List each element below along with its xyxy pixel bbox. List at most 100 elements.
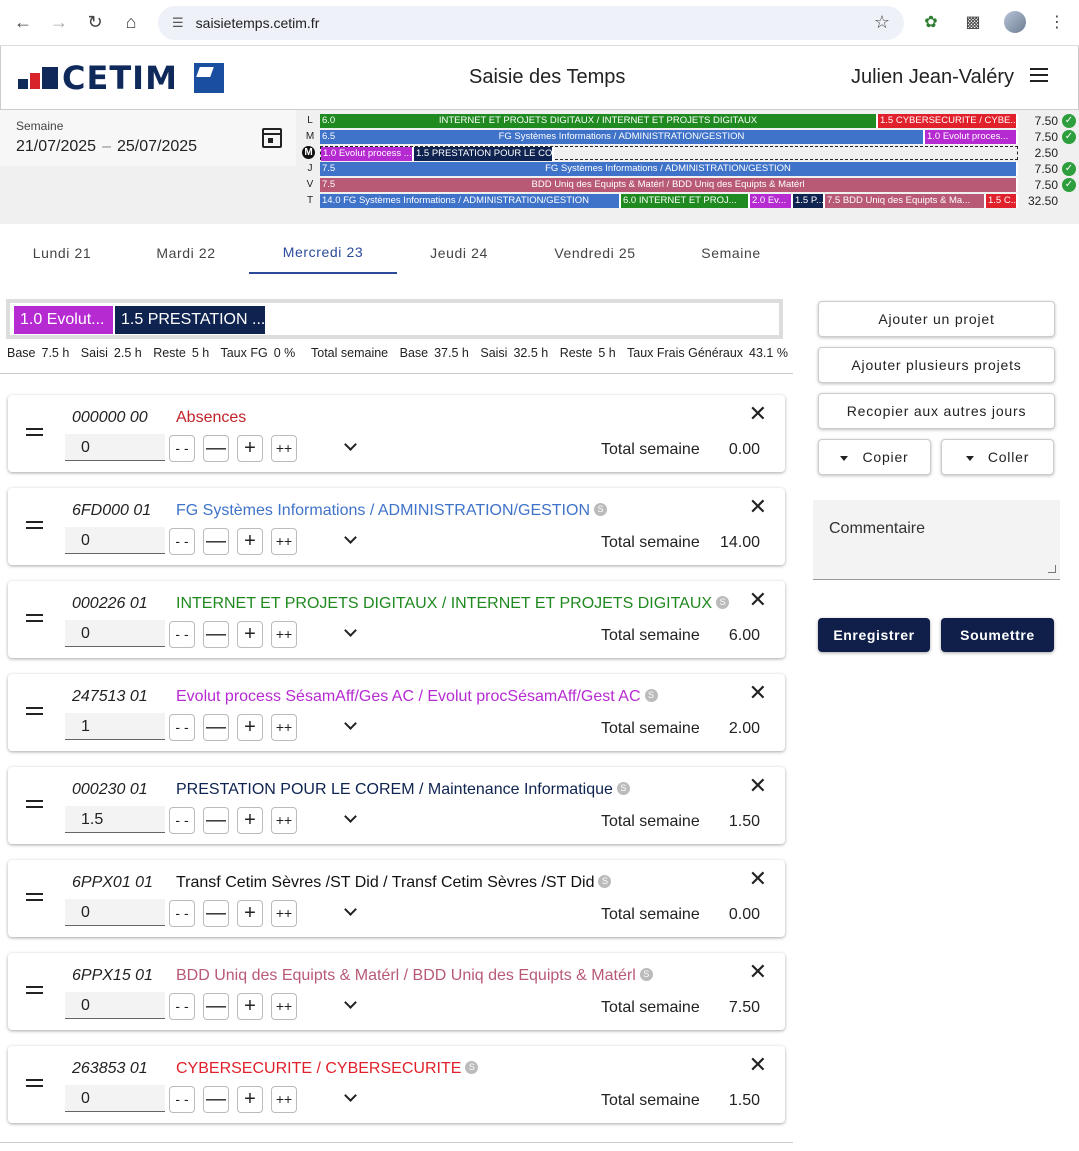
increment-large-button[interactable]: ++ bbox=[271, 528, 297, 555]
increment-large-button[interactable]: ++ bbox=[271, 993, 297, 1020]
decrement-button[interactable]: — bbox=[203, 900, 229, 927]
increment-button[interactable]: + bbox=[237, 1086, 263, 1113]
reload-icon[interactable]: ↻ bbox=[80, 8, 110, 38]
week-day-row[interactable]: J 7.5 FG Systèmes Informations / ADMINISTR… bbox=[300, 161, 1076, 177]
increment-button[interactable]: + bbox=[237, 714, 263, 741]
close-icon[interactable]: ✕ bbox=[749, 403, 767, 425]
calendar-icon[interactable] bbox=[262, 128, 282, 148]
hours-input[interactable]: 1 bbox=[65, 713, 165, 740]
hours-input[interactable]: 0 bbox=[65, 899, 165, 926]
hours-input[interactable]: 0 bbox=[65, 527, 165, 554]
chevron-down-icon[interactable] bbox=[344, 717, 357, 730]
home-icon[interactable]: ⌂ bbox=[116, 8, 146, 38]
week-day-row[interactable]: M 1.0 Evolut process ... 1.5 PRESTATION PO… bbox=[300, 145, 1070, 161]
forward-icon[interactable]: → bbox=[44, 8, 74, 38]
decrement-button[interactable]: — bbox=[203, 714, 229, 741]
hours-input[interactable]: 0 bbox=[65, 434, 165, 461]
increment-button[interactable]: + bbox=[237, 435, 263, 462]
info-s-icon[interactable]: S bbox=[465, 1061, 479, 1074]
decrement-button[interactable]: — bbox=[203, 1086, 229, 1113]
day-bar-segment[interactable]: 14.0 FG Systèmes Informations / ADMINIST… bbox=[320, 194, 621, 208]
close-icon[interactable]: ✕ bbox=[749, 589, 767, 611]
day-bar-segment[interactable]: 1.5 CYBERSECURITE / CYBE... bbox=[878, 114, 1018, 128]
day-bar-segment[interactable]: 2.0 Ev... bbox=[750, 194, 793, 208]
decrement-button[interactable]: — bbox=[203, 807, 229, 834]
drag-handle-icon[interactable] bbox=[26, 1079, 43, 1087]
chevron-down-icon[interactable] bbox=[344, 531, 357, 544]
week-selector[interactable]: Semaine 21/07/2025–25/07/2025 bbox=[0, 110, 296, 166]
bookmark-star-icon[interactable]: ☆ bbox=[874, 12, 890, 33]
submit-button[interactable]: Soumettre bbox=[941, 618, 1054, 652]
drag-handle-icon[interactable] bbox=[26, 893, 43, 901]
day-bar-segment[interactable]: 7.5 FG Systèmes Informations / ADMINISTRA… bbox=[320, 162, 1018, 176]
week-day-row[interactable]: L 6.0 INTERNET ET PROJETS DIGITAUX / INTER… bbox=[300, 113, 1076, 129]
week-day-row[interactable]: M 6.5 FG Systèmes Informations / ADMINISTR… bbox=[300, 129, 1076, 145]
chevron-down-icon[interactable] bbox=[344, 810, 357, 823]
day-bar-segment[interactable]: 7.5 BDD Uniq des Equipts & Matérl / BDD U… bbox=[320, 178, 1018, 192]
close-icon[interactable]: ✕ bbox=[749, 496, 767, 518]
day-bar-segment[interactable]: 1.5 C... bbox=[986, 194, 1018, 208]
extension-leaf-icon[interactable]: ✿ bbox=[919, 8, 943, 36]
decrement-button[interactable]: — bbox=[203, 528, 229, 555]
decrement-large-button[interactable]: - - bbox=[169, 900, 195, 927]
week-dates[interactable]: 21/07/2025–25/07/2025 bbox=[16, 138, 197, 156]
user-name[interactable]: Julien Jean-Valéry bbox=[851, 66, 1014, 89]
tab-day[interactable]: Mercredi 23 bbox=[249, 232, 397, 274]
increment-large-button[interactable]: ++ bbox=[271, 900, 297, 927]
resize-handle-icon[interactable] bbox=[1048, 565, 1056, 573]
profile-avatar[interactable] bbox=[1003, 8, 1027, 36]
close-icon[interactable]: ✕ bbox=[749, 868, 767, 890]
add-project-button[interactable]: Ajouter un projet bbox=[818, 301, 1055, 337]
hours-input[interactable]: 0 bbox=[65, 1085, 165, 1112]
hours-input[interactable]: 0 bbox=[65, 620, 165, 647]
decrement-button[interactable]: — bbox=[203, 621, 229, 648]
add-many-projects-button[interactable]: Ajouter plusieurs projets bbox=[818, 347, 1055, 383]
increment-button[interactable]: + bbox=[237, 807, 263, 834]
week-day-row[interactable]: T 14.0 FG Systèmes Informations / ADMINIS… bbox=[300, 193, 1070, 209]
chevron-down-icon[interactable] bbox=[344, 903, 357, 916]
paste-button[interactable]: Coller bbox=[941, 439, 1054, 475]
drag-handle-icon[interactable] bbox=[26, 521, 43, 529]
drag-handle-icon[interactable] bbox=[26, 986, 43, 994]
close-icon[interactable]: ✕ bbox=[749, 775, 767, 797]
decrement-large-button[interactable]: - - bbox=[169, 807, 195, 834]
day-bar-segment[interactable]: 6.5 FG Systèmes Informations / ADMINISTRA… bbox=[320, 130, 925, 144]
drag-handle-icon[interactable] bbox=[26, 800, 43, 808]
chevron-down-icon[interactable] bbox=[344, 438, 357, 451]
increment-button[interactable]: + bbox=[237, 621, 263, 648]
day-bar-segment[interactable]: 6.0 INTERNET ET PROJ... bbox=[621, 194, 750, 208]
address-bar[interactable]: ☰ saisietemps.cetim.fr ☆ bbox=[158, 6, 904, 40]
day-strip-segment[interactable]: 1.0 Evolut... bbox=[14, 306, 113, 334]
close-icon[interactable]: ✕ bbox=[749, 961, 767, 983]
drag-handle-icon[interactable] bbox=[26, 707, 43, 715]
day-bar-segment[interactable]: 1.5 PRESTATION POUR LE COR... bbox=[414, 147, 554, 161]
increment-large-button[interactable]: ++ bbox=[271, 714, 297, 741]
hours-input[interactable]: 0 bbox=[65, 992, 165, 1019]
comment-field[interactable]: Commentaire bbox=[813, 500, 1060, 580]
browser-menu-icon[interactable]: ⋮ bbox=[1045, 8, 1069, 36]
increment-large-button[interactable]: ++ bbox=[271, 621, 297, 648]
tab-day[interactable]: Mardi 22 bbox=[124, 232, 248, 274]
increment-large-button[interactable]: ++ bbox=[271, 1086, 297, 1113]
day-bar-segment[interactable]: 7.5 BDD Uniq des Equipts & Ma... bbox=[825, 194, 986, 208]
hamburger-menu-icon[interactable] bbox=[1030, 68, 1048, 82]
tab-day[interactable]: Lundi 21 bbox=[0, 232, 124, 274]
day-strip-segment[interactable]: 1.5 PRESTATION ... bbox=[115, 306, 265, 334]
day-bar-segment[interactable]: 1.0 Evolut proces... bbox=[925, 130, 1018, 144]
increment-button[interactable]: + bbox=[237, 528, 263, 555]
back-icon[interactable]: ← bbox=[8, 8, 38, 38]
increment-large-button[interactable]: ++ bbox=[271, 435, 297, 462]
close-icon[interactable]: ✕ bbox=[749, 1054, 767, 1076]
info-s-icon[interactable]: S bbox=[639, 968, 653, 981]
day-bar-segment[interactable]: 1.0 Evolut process ... bbox=[321, 147, 414, 161]
drag-handle-icon[interactable] bbox=[26, 428, 43, 436]
decrement-button[interactable]: — bbox=[203, 435, 229, 462]
decrement-large-button[interactable]: - - bbox=[169, 528, 195, 555]
copy-button[interactable]: Copier bbox=[818, 439, 931, 475]
site-settings-icon[interactable]: ☰ bbox=[172, 15, 184, 31]
decrement-large-button[interactable]: - - bbox=[169, 1086, 195, 1113]
decrement-large-button[interactable]: - - bbox=[169, 621, 195, 648]
day-bar-segment[interactable]: 1.5 P... bbox=[793, 194, 825, 208]
chevron-down-icon[interactable] bbox=[344, 1089, 357, 1102]
increment-button[interactable]: + bbox=[237, 900, 263, 927]
